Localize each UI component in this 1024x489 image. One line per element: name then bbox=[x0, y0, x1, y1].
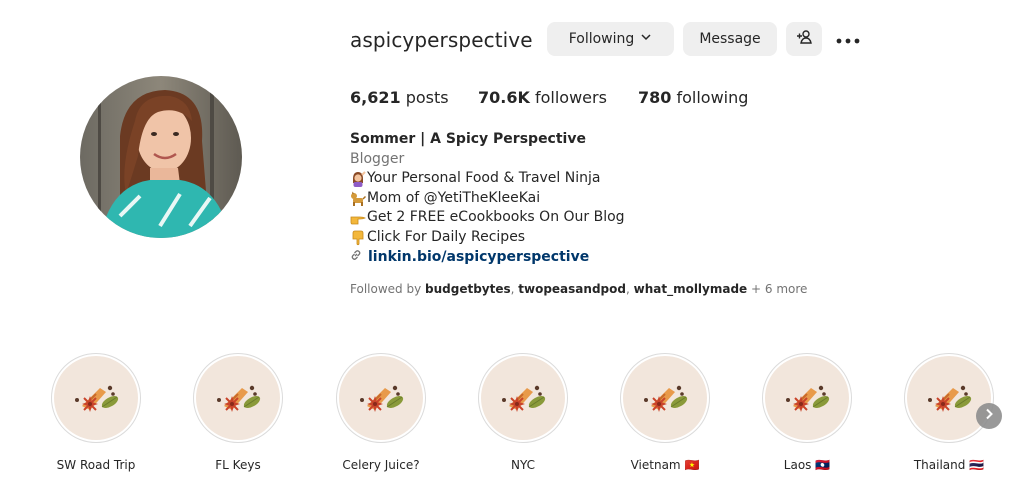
dog-icon bbox=[350, 191, 366, 207]
message-button[interactable]: Message bbox=[683, 22, 777, 56]
story-highlight[interactable]: SW Road Trip bbox=[51, 353, 141, 472]
username: aspicyperspective bbox=[350, 28, 533, 52]
followed-by-user: twopeasandpod bbox=[518, 282, 626, 296]
bio-text: Your Personal Food & Travel Ninja bbox=[367, 170, 601, 187]
bio-line: Get 2 FREE eCookbooks On Our Blog bbox=[350, 208, 625, 228]
spice-logo-icon bbox=[644, 385, 688, 412]
highlight-label: SW Road Trip bbox=[56, 458, 136, 472]
spice-logo-icon bbox=[928, 385, 972, 412]
profile-avatar[interactable] bbox=[80, 76, 242, 238]
spice-logo-icon bbox=[75, 385, 119, 412]
followers-stat[interactable]: 70.6K followers bbox=[478, 88, 607, 107]
highlight-ring bbox=[620, 353, 710, 443]
more-options-icon bbox=[836, 31, 860, 49]
bio-line: Mom of @YetiTheKleeKai bbox=[350, 189, 625, 209]
full-name: Sommer | A Spicy Perspective bbox=[350, 131, 586, 147]
followed-by-suffix: + 6 more bbox=[747, 282, 808, 296]
following-label: Following bbox=[568, 31, 635, 47]
followed-by-prefix: Followed by bbox=[350, 282, 425, 296]
category-label: Blogger bbox=[350, 150, 405, 167]
spice-logo-icon bbox=[360, 385, 404, 412]
bio-line: Your Personal Food & Travel Ninja bbox=[350, 169, 625, 189]
followers-label: followers bbox=[529, 88, 607, 107]
highlight-ring bbox=[762, 353, 852, 443]
highlight-cover bbox=[623, 356, 707, 440]
followers-count: 70.6K bbox=[478, 88, 530, 107]
suggested-users-button[interactable] bbox=[786, 22, 822, 56]
pointing-down-icon bbox=[350, 230, 366, 246]
add-user-icon bbox=[796, 29, 812, 49]
highlight-ring bbox=[336, 353, 426, 443]
highlight-label: FL Keys bbox=[215, 458, 261, 472]
followed-by-user: what_mollymade bbox=[633, 282, 748, 296]
highlight-label: Celery Juice? bbox=[342, 458, 420, 472]
following-button[interactable]: Following bbox=[547, 22, 674, 56]
following-stat-label: following bbox=[671, 88, 749, 107]
highlight-ring bbox=[904, 353, 994, 443]
more-options-button[interactable] bbox=[834, 26, 862, 54]
story-highlight[interactable]: Vietnam 🇻🇳 bbox=[620, 353, 710, 472]
following-count: 780 bbox=[638, 88, 672, 107]
highlights-next-button[interactable] bbox=[976, 403, 1002, 429]
spice-logo-icon bbox=[217, 385, 261, 412]
highlight-cover bbox=[765, 356, 849, 440]
highlight-cover bbox=[907, 356, 991, 440]
link-icon bbox=[350, 248, 362, 268]
bio: Sommer | A Spicy Perspective Blogger You… bbox=[350, 130, 625, 267]
chevron-right-icon bbox=[984, 407, 994, 425]
message-label: Message bbox=[699, 31, 761, 47]
story-highlight[interactable]: Celery Juice? bbox=[336, 353, 426, 472]
followed-by-user: budgetbytes bbox=[425, 282, 511, 296]
bio-link[interactable]: linkin.bio/aspicyperspective bbox=[350, 248, 625, 268]
highlight-label: Laos 🇱🇦 bbox=[783, 458, 831, 472]
highlight-label: Vietnam 🇻🇳 bbox=[630, 458, 700, 472]
spice-logo-icon bbox=[502, 385, 546, 412]
bio-line: Click For Daily Recipes bbox=[350, 228, 625, 248]
spice-logo-icon bbox=[786, 385, 830, 412]
followed-by[interactable]: Followed by budgetbytes, twopeasandpod, … bbox=[350, 282, 807, 296]
following-stat[interactable]: 780 following bbox=[638, 88, 748, 107]
highlight-cover bbox=[339, 356, 423, 440]
bio-text: Click For Daily Recipes bbox=[367, 228, 526, 245]
bio-text: Mom of @YetiTheKleeKai bbox=[367, 189, 541, 206]
highlight-label: Thailand 🇹🇭 bbox=[913, 458, 985, 472]
highlight-label: NYC bbox=[510, 458, 536, 472]
story-highlight[interactable]: Thailand 🇹🇭 bbox=[904, 353, 994, 472]
highlight-ring bbox=[193, 353, 283, 443]
bio-link-text: linkin.bio/aspicyperspective bbox=[368, 248, 590, 265]
posts-count: 6,621 bbox=[350, 88, 401, 107]
pointing-right-icon bbox=[350, 210, 366, 226]
story-highlight[interactable]: NYC bbox=[478, 353, 568, 472]
posts-label: posts bbox=[400, 88, 449, 107]
woman-icon bbox=[350, 171, 366, 187]
bio-text: Get 2 FREE eCookbooks On Our Blog bbox=[367, 209, 625, 226]
highlight-cover bbox=[54, 356, 138, 440]
highlight-ring bbox=[51, 353, 141, 443]
chevron-down-icon bbox=[640, 31, 652, 47]
story-highlight[interactable]: Laos 🇱🇦 bbox=[762, 353, 852, 472]
highlight-ring bbox=[478, 353, 568, 443]
story-highlight[interactable]: FL Keys bbox=[193, 353, 283, 472]
highlight-cover bbox=[481, 356, 565, 440]
highlight-cover bbox=[196, 356, 280, 440]
posts-stat: 6,621 posts bbox=[350, 88, 449, 107]
